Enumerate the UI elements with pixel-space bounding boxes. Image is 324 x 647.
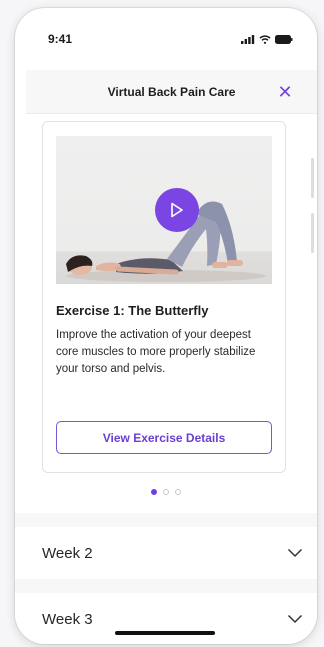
week-row-week-2[interactable]: Week 2: [15, 527, 317, 579]
week-row-week-3[interactable]: Week 3: [15, 593, 317, 644]
wifi-icon: [259, 34, 271, 44]
signal-icon: [241, 34, 255, 44]
exercise-video[interactable]: [56, 136, 272, 284]
carousel-dot[interactable]: [175, 489, 181, 495]
chevron-down-icon: [287, 548, 303, 558]
week-label: Week 2: [42, 544, 93, 562]
exercise-title: Exercise 1: The Butterfly: [56, 303, 209, 318]
side-button: [311, 158, 314, 198]
status-icons: [241, 34, 293, 44]
battery-icon: [275, 34, 293, 44]
section-divider: [15, 513, 317, 527]
play-icon: [171, 202, 183, 218]
exercise-card: Exercise 1: The Butterfly Improve the ac…: [42, 121, 286, 473]
week-label: Week 3: [42, 610, 93, 628]
status-time: 9:41: [48, 32, 73, 46]
close-icon[interactable]: ✕: [275, 82, 295, 102]
carousel-dot[interactable]: [163, 489, 169, 495]
home-indicator: [115, 631, 215, 635]
app-header: Virtual Back Pain Care ✕: [26, 70, 317, 114]
section-divider: [15, 579, 317, 593]
view-exercise-details-button[interactable]: View Exercise Details: [56, 421, 272, 454]
carousel-dot[interactable]: [151, 489, 157, 495]
exercise-description: Improve the activation of your deepest c…: [56, 329, 256, 375]
phone-frame: 9:41 Virtual Back Pain Care ✕ Exercise 1…: [15, 8, 317, 644]
chevron-down-icon: [287, 614, 303, 624]
side-button: [311, 213, 314, 253]
status-bar: 9:41: [15, 8, 317, 70]
carousel-indicator: [15, 489, 317, 495]
page-title: Virtual Back Pain Care: [107, 84, 236, 99]
play-button[interactable]: [155, 188, 199, 232]
